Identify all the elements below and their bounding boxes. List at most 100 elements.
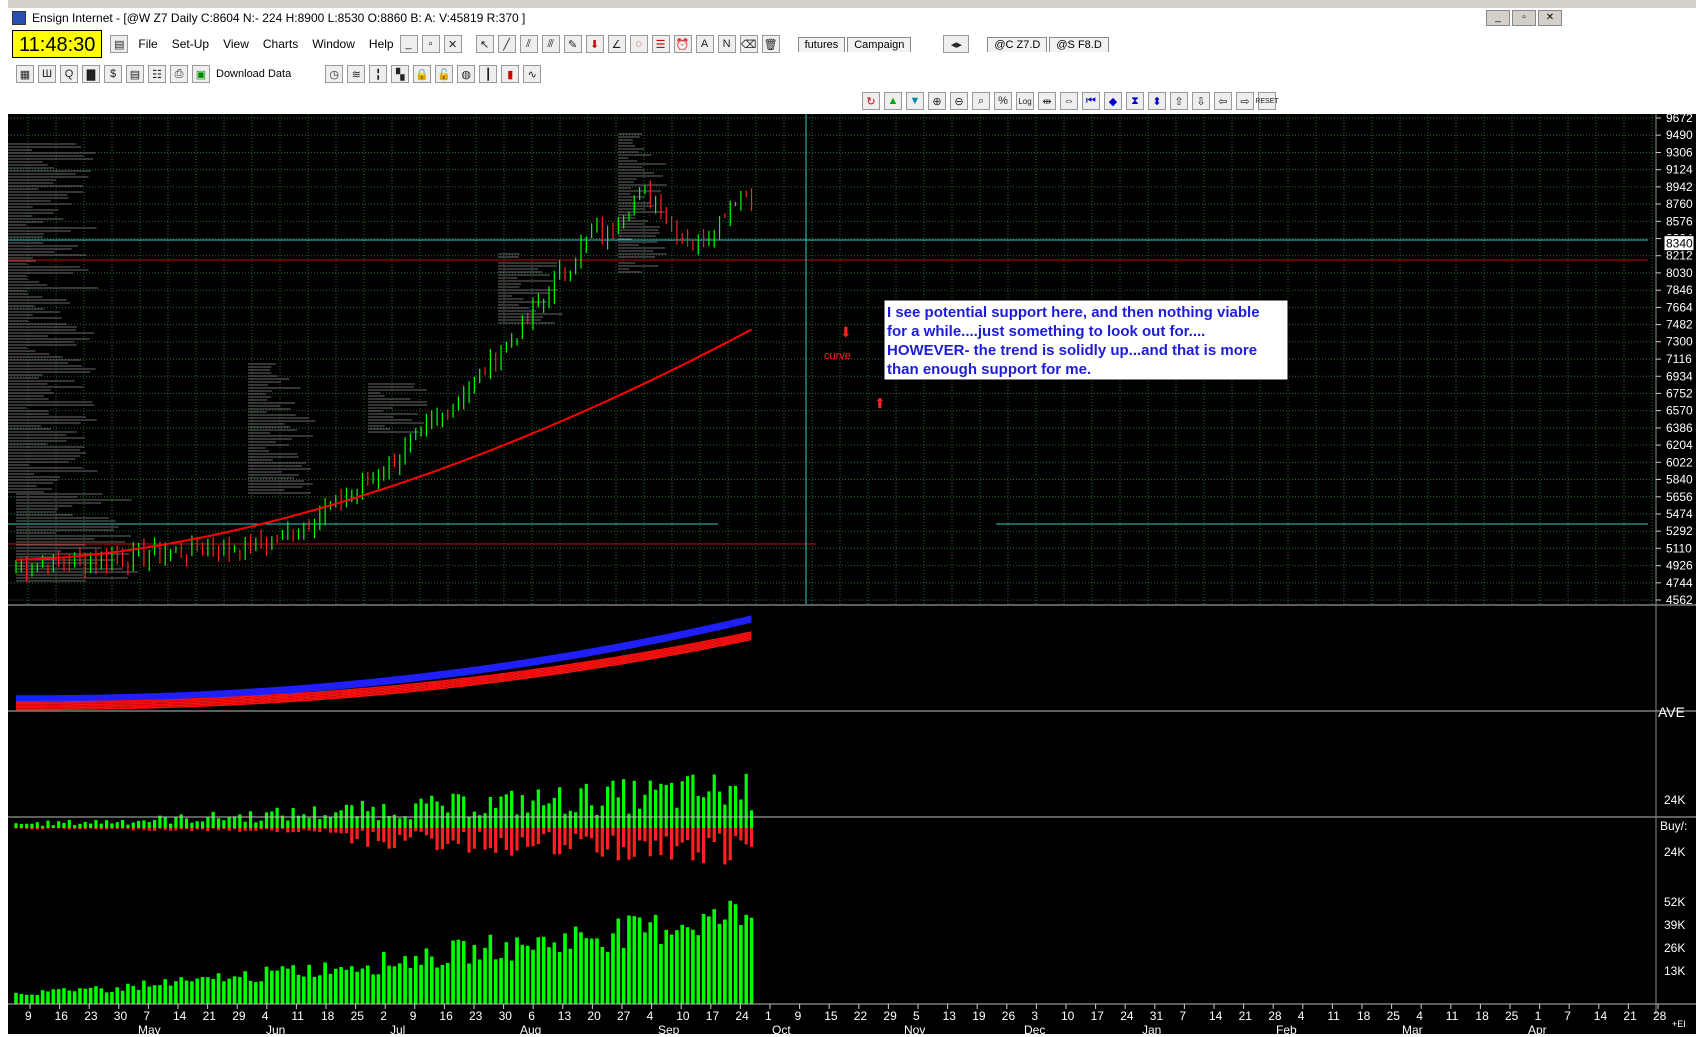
refresh-icon[interactable]: ↻: [862, 92, 880, 110]
sell-bar: [707, 828, 710, 838]
vertical-expand-icon[interactable]: ⬍: [1148, 92, 1166, 110]
histogram-icon[interactable]: ▇: [82, 65, 100, 83]
tab-campaign[interactable]: Campaign: [847, 37, 911, 52]
menu-window[interactable]: Window: [310, 37, 357, 51]
tab-futures[interactable]: futures: [798, 37, 846, 52]
menu-charts[interactable]: Charts: [261, 37, 300, 51]
mdi-close-button[interactable]: ✕: [444, 35, 462, 53]
buy-sell-histogram: [14, 774, 753, 865]
scroll-start-icon[interactable]: ⏮: [1082, 92, 1100, 110]
expand-icon[interactable]: ⇔: [1060, 92, 1078, 110]
zoom-out-icon[interactable]: ⊖: [950, 92, 968, 110]
up-triangle-icon[interactable]: ▲: [884, 92, 902, 110]
date-tick-label: 25: [351, 1009, 365, 1023]
note-tool-icon[interactable]: N: [718, 35, 736, 53]
news-icon[interactable]: ☷: [148, 65, 166, 83]
buy-bar: [388, 816, 391, 828]
buy-bar: [185, 818, 188, 828]
volume-bar: [206, 977, 210, 1004]
zoom-in-icon[interactable]: ⊕: [928, 92, 946, 110]
chart-canvas[interactable]: 9672949093069124894287608576839482128030…: [8, 114, 1696, 1034]
buy-bar: [57, 821, 60, 828]
tab-soybeans[interactable]: @S F8.D: [1049, 37, 1108, 52]
circle-tool-icon[interactable]: ◌: [630, 35, 648, 53]
bar-type-icon[interactable]: ┃: [479, 65, 497, 83]
volume-bar: [211, 979, 215, 1004]
chart-area[interactable]: 9672949093069124894287608576839482128030…: [8, 114, 1696, 1034]
tab-corn[interactable]: @C Z7.D: [987, 37, 1047, 52]
volume-bar: [195, 979, 199, 1004]
bars-study-icon[interactable]: ╏: [369, 65, 387, 83]
reset-icon[interactable]: RESET: [1258, 92, 1276, 110]
buy-bar: [446, 812, 449, 828]
buy-bar: [697, 796, 700, 828]
close-button[interactable]: ✕: [1538, 10, 1562, 26]
tab-scroll-icon[interactable]: ◂▸: [943, 35, 969, 53]
pencil-tool-icon[interactable]: ✎: [564, 35, 582, 53]
document-icon[interactable]: ▤: [110, 35, 128, 53]
month-label: Jan: [1142, 1023, 1161, 1034]
menu-view[interactable]: View: [221, 37, 251, 51]
window-list-icon[interactable]: ▦: [16, 65, 34, 83]
trash-icon[interactable]: 🗑: [762, 35, 780, 53]
menu-help[interactable]: Help: [367, 37, 396, 51]
gann-tool-icon[interactable]: ∠: [608, 35, 626, 53]
volume-bar: [201, 977, 205, 1004]
percent-icon[interactable]: %: [994, 92, 1012, 110]
text-tool-icon[interactable]: A: [696, 35, 714, 53]
download-data-button[interactable]: Download Data: [216, 68, 291, 80]
alarm-tool-icon[interactable]: ⏰: [674, 35, 692, 53]
volume-bar: [446, 963, 450, 1004]
sell-bar: [201, 828, 204, 829]
vertical-compress-icon[interactable]: ⧗: [1126, 92, 1144, 110]
scroll-center-icon[interactable]: ◆: [1104, 92, 1122, 110]
line-chart-icon[interactable]: ∿: [523, 65, 541, 83]
volume-bar: [595, 938, 599, 1004]
arrow-down-tool-icon[interactable]: ⬇: [586, 35, 604, 53]
compress-icon[interactable]: ⇹: [1038, 92, 1056, 110]
fib-tool-icon[interactable]: ☰: [652, 35, 670, 53]
parallel-tool-icon[interactable]: ⫻: [542, 35, 560, 53]
channel-tool-icon[interactable]: ⫽: [520, 35, 538, 53]
buy-bar: [681, 781, 684, 828]
menu-setup[interactable]: Set-Up: [170, 37, 211, 51]
unlock-icon[interactable]: 🔓: [435, 65, 453, 83]
eraser-tool-icon[interactable]: ⌫: [740, 35, 758, 53]
dollar-icon[interactable]: $: [104, 65, 122, 83]
trendline-tool-icon[interactable]: ╱: [498, 35, 516, 53]
volume-bar: [371, 974, 375, 1004]
clock-icon[interactable]: ◷: [325, 65, 343, 83]
restore-button[interactable]: ▫: [1512, 10, 1536, 26]
bar-chart-icon[interactable]: Ш: [38, 65, 56, 83]
time-sales-icon[interactable]: ▤: [126, 65, 144, 83]
print-icon[interactable]: ⎙: [170, 65, 188, 83]
arrow-right-icon[interactable]: ⇨: [1236, 92, 1254, 110]
wave-study-icon[interactable]: ≋: [347, 65, 365, 83]
volume-bar: [46, 991, 50, 1004]
quote-page-icon[interactable]: Q: [60, 65, 78, 83]
menu-file[interactable]: File: [136, 37, 159, 51]
buy-bar: [707, 791, 710, 828]
color-study-icon[interactable]: ▚: [391, 65, 409, 83]
down-triangle-icon[interactable]: ▼: [906, 92, 924, 110]
buy-bar: [665, 785, 668, 828]
lock-icon[interactable]: 🔒: [413, 65, 431, 83]
arrow-left-icon[interactable]: ⇦: [1214, 92, 1232, 110]
zoom-box-icon[interactable]: ⌕: [972, 92, 990, 110]
arrow-up-icon[interactable]: ⇧: [1170, 92, 1188, 110]
candle-icon[interactable]: ▮: [501, 65, 519, 83]
month-label: Sep: [658, 1023, 680, 1034]
date-tick-label: 2: [380, 1009, 387, 1023]
mdi-restore-button[interactable]: ▫: [422, 35, 440, 53]
globe-icon[interactable]: ◍: [457, 65, 475, 83]
buy-bar: [606, 787, 609, 828]
sell-bar: [483, 828, 486, 850]
arrow-down-icon[interactable]: ⇩: [1192, 92, 1210, 110]
sell-bar: [68, 828, 71, 829]
minimize-button[interactable]: _: [1486, 10, 1510, 26]
mdi-minimize-button[interactable]: _: [400, 35, 418, 53]
pointer-tool-icon[interactable]: ↖: [476, 35, 494, 53]
exit-icon[interactable]: ▣: [192, 65, 210, 83]
log-scale-icon[interactable]: Log: [1016, 92, 1034, 110]
buy-bar: [547, 803, 550, 828]
